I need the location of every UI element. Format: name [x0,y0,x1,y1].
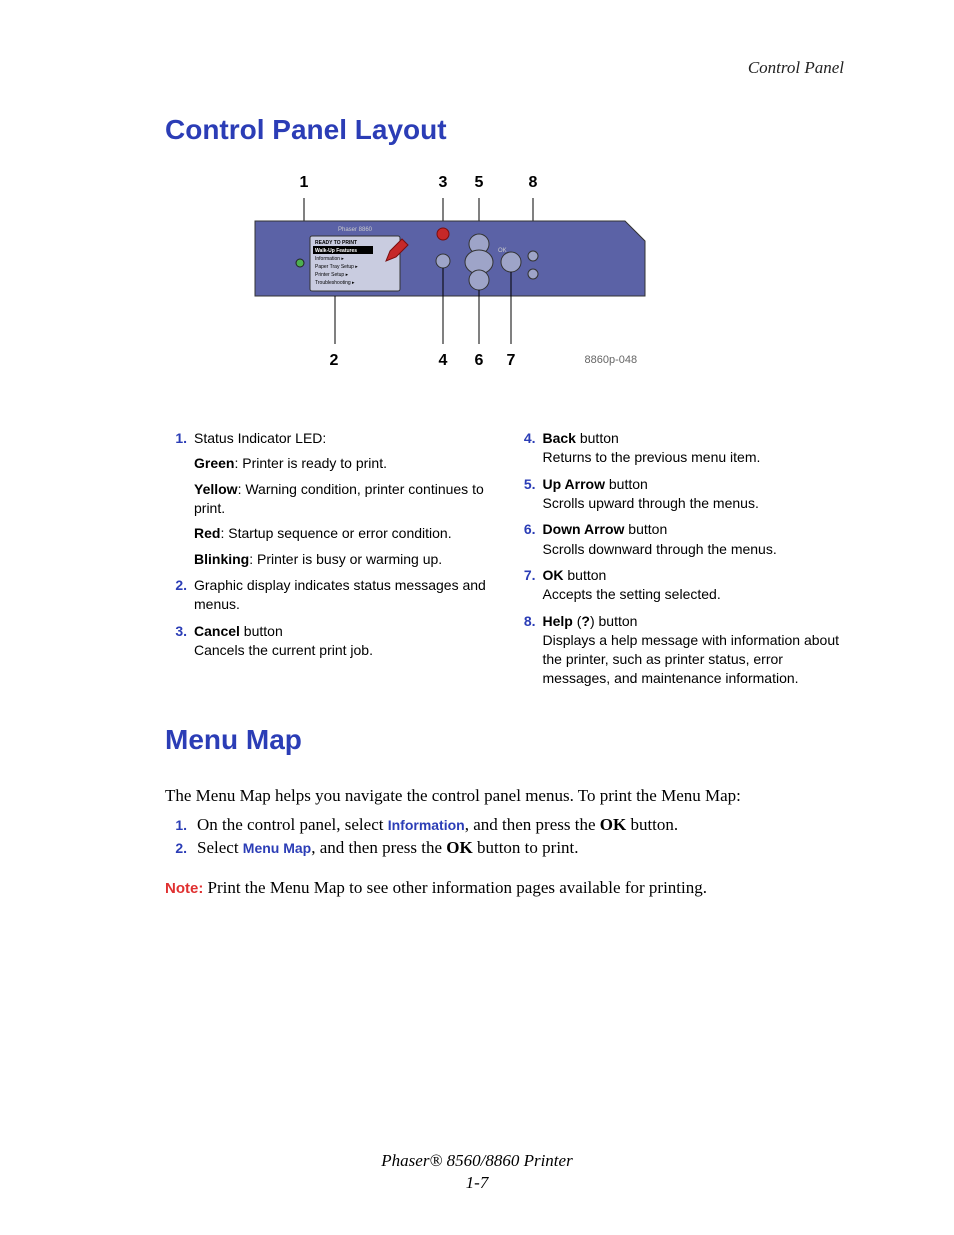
diagram-bottom-labels: 2 4 6 7 8860p-048 [245,352,765,374]
up-arrow-label: Up Arrow [543,476,605,492]
item-2: 2. Graphic display indicates status mess… [165,576,496,615]
callout-2: 2 [330,352,339,370]
running-header: Control Panel [165,58,844,78]
item-3: 3. Cancel button Cancels the current pri… [165,622,496,661]
callout-8: 8 [529,174,538,192]
callout-3: 3 [439,174,448,192]
item-1-title: Status Indicator LED: [194,429,496,448]
screen-trouble: Troubleshooting ▸ [315,280,355,286]
screen-info: Information ▸ [315,256,344,262]
note-label: Note: [165,880,208,897]
control-panel-diagram: 1 3 5 8 Phaser 8860 READY TO PRINT Walk-… [245,174,765,374]
callout-5: 5 [475,174,484,192]
down-arrow-desc: Scrolls downward through the menus. [543,540,845,559]
document-page: Control Panel Control Panel Layout 1 3 5… [0,0,954,948]
back-desc: Returns to the previous menu item. [543,448,845,467]
printer-panel-illustration: Phaser 8860 READY TO PRINT Walk-Up Featu… [245,196,765,346]
led-yellow-label: Yellow [194,481,238,497]
callout-col-left: 1. Status Indicator LED: Green: Printer … [165,429,496,696]
callout-7: 7 [507,352,516,370]
screen-ready: READY TO PRINT [315,240,357,246]
item-4: 4. Back button Returns to the previous m… [514,429,845,468]
led-red-text: : Startup sequence or error condition. [220,525,451,541]
led-green-label: Green [194,455,234,471]
callout-6: 6 [475,352,484,370]
back-label: Back [543,430,576,446]
callout-col-right: 4. Back button Returns to the previous m… [514,429,845,696]
diagram-top-labels: 1 3 5 8 [245,174,765,196]
up-arrow-desc: Scrolls upward through the menus. [543,494,845,513]
footer-page-number: 1-7 [0,1173,954,1193]
menu-map-step-2: 2. Select Menu Map, and then press the O… [165,838,844,858]
ok-label: OK [543,567,564,583]
link-menu-map[interactable]: Menu Map [243,840,311,856]
help-desc: Displays a help message with information… [543,631,845,689]
item-6: 6. Down Arrow button Scrolls downward th… [514,520,845,559]
cancel-desc: Cancels the current print job. [194,641,496,660]
link-information[interactable]: Information [388,817,465,833]
item-5: 5. Up Arrow button Scrolls upward throug… [514,475,845,514]
led-green-text: : Printer is ready to print. [234,455,387,471]
help-label: Help [543,613,573,629]
menu-map-step-1: 1. On the control panel, select Informat… [165,815,844,835]
screen-tray: Paper Tray Setup ▸ [315,264,358,270]
callout-descriptions: 1. Status Indicator LED: Green: Printer … [165,429,844,696]
callout-1: 1 [300,174,309,192]
led-blink-text: : Printer is busy or warming up. [249,551,442,567]
menu-map-note: Note: Print the Menu Map to see other in… [165,876,844,900]
led-blink-label: Blinking [194,551,249,567]
ok-button-label: OK [498,248,507,254]
footer-product: Phaser® 8560/8860 Printer [381,1151,572,1170]
item-2-text: Graphic display indicates status message… [194,576,496,615]
section-title-menu-map: Menu Map [165,724,844,756]
down-arrow-label: Down Arrow [543,521,625,537]
item-1: 1. Status Indicator LED: Green: Printer … [165,429,496,569]
menu-map-intro: The Menu Map helps you navigate the cont… [165,784,844,807]
figure-reference: 8860p-048 [585,354,638,366]
screen-printer: Printer Setup ▸ [315,272,349,278]
menu-map-section: Menu Map The Menu Map helps you navigate… [165,724,844,900]
led-yellow-text: : Warning condition, printer continues t… [194,481,484,516]
panel-model-label: Phaser 8860 [337,227,372,233]
item-7: 7. OK button Accepts the setting selecte… [514,566,845,605]
cancel-label: Cancel [194,623,240,639]
note-text: Print the Menu Map to see other informat… [208,878,707,897]
page-footer: Phaser® 8560/8860 Printer 1-7 [0,1151,954,1193]
item-8: 8. Help (?) button Displays a help messa… [514,612,845,689]
ok-desc: Accepts the setting selected. [543,585,845,604]
led-red-label: Red [194,525,220,541]
section-title-control-panel-layout: Control Panel Layout [165,114,844,146]
screen-walkup: Walk-Up Features [315,248,357,254]
callout-4: 4 [439,352,448,370]
